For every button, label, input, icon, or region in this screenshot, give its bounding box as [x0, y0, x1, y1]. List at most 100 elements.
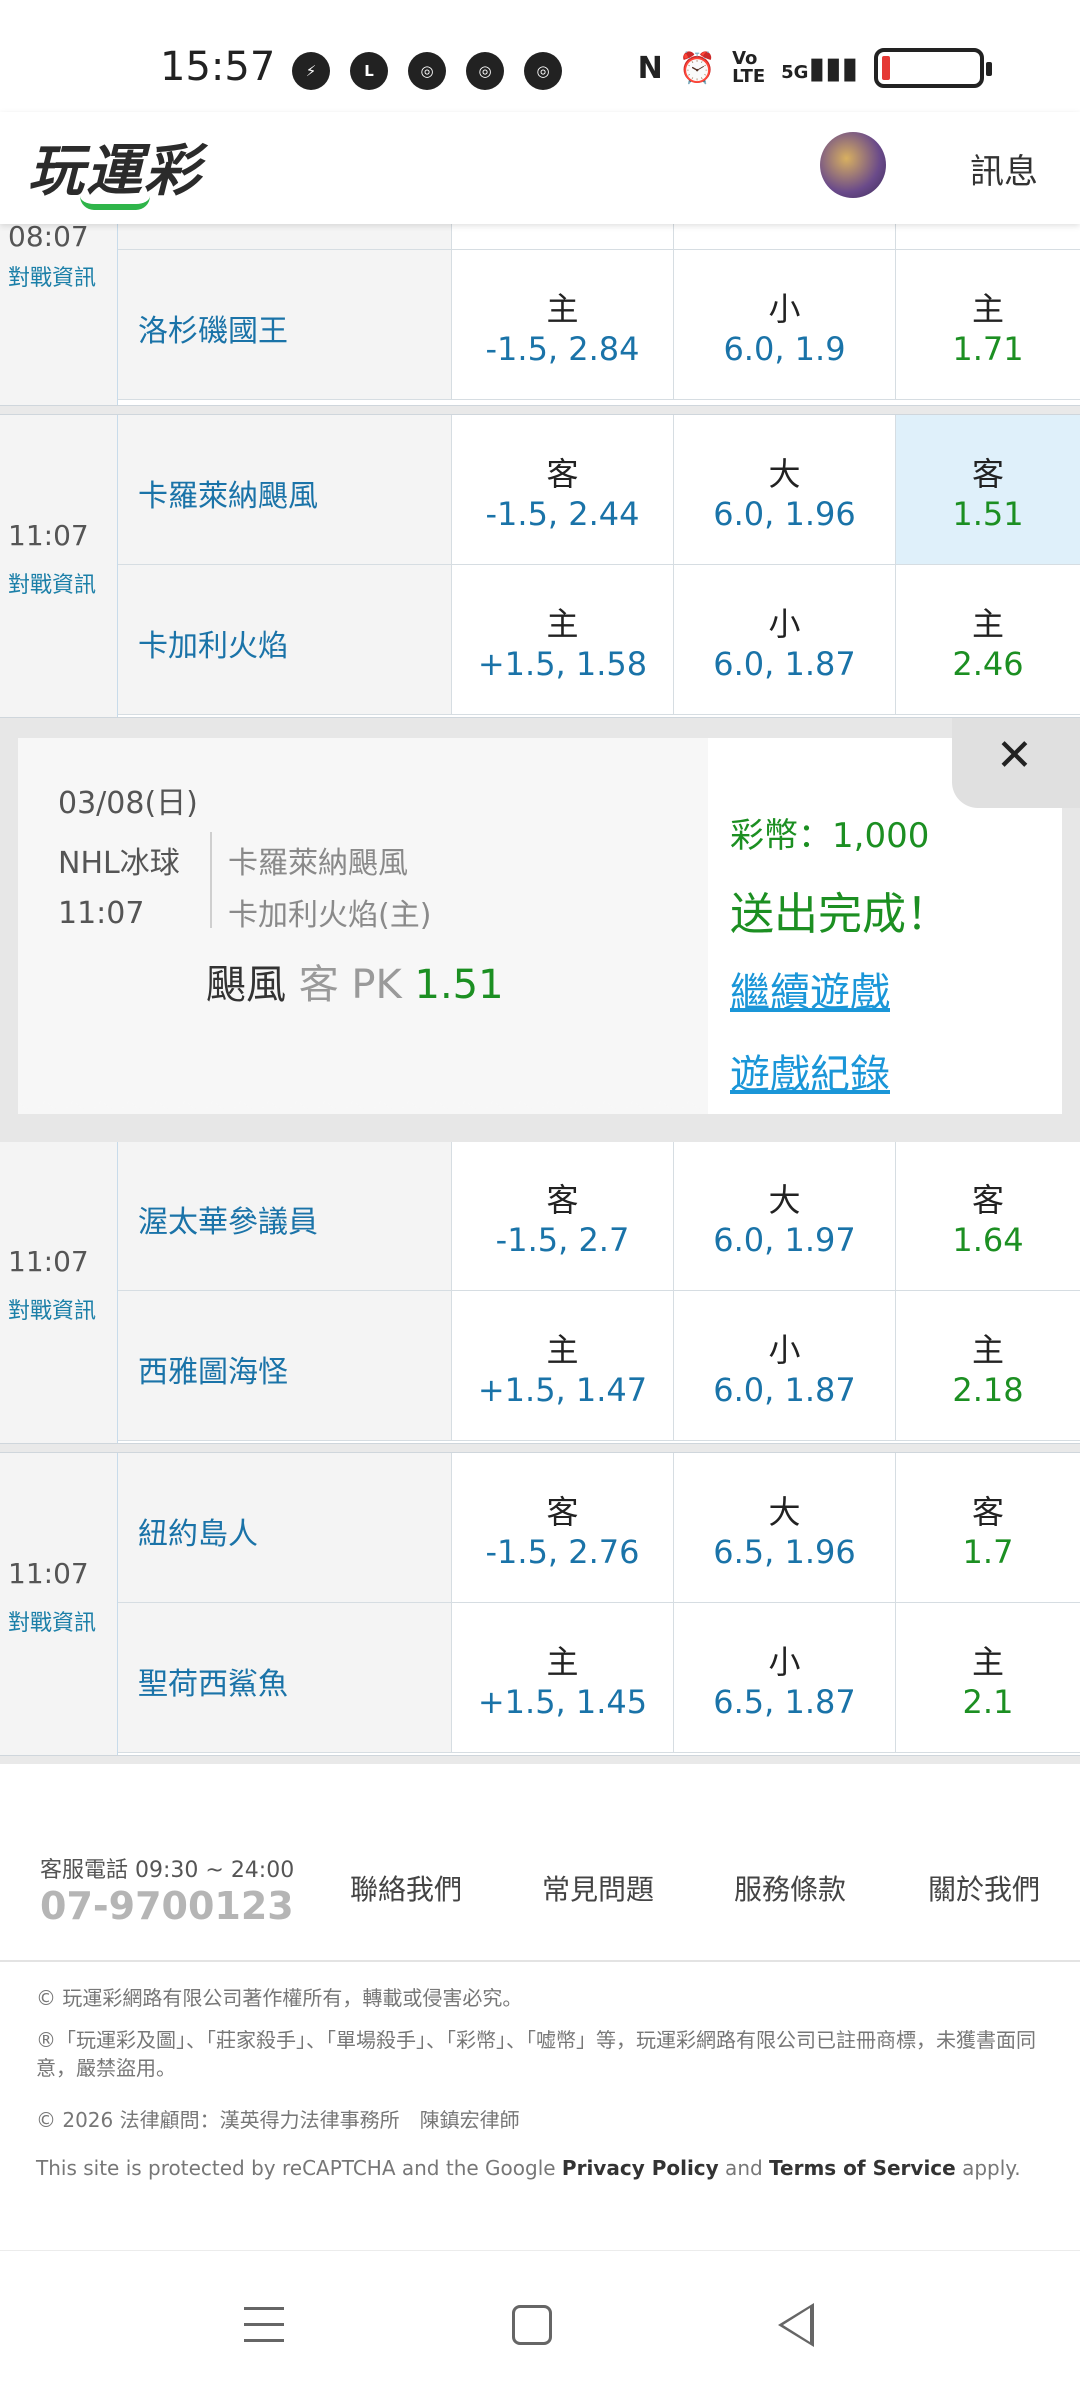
recent-apps-icon[interactable]	[244, 2307, 284, 2343]
game-time: 11:07	[8, 1557, 89, 1590]
footer-link-faq[interactable]: 常見問題	[542, 1868, 654, 1908]
trademark-text: ®「玩運彩及圖」、「莊家殺手」、「單場殺手」、「彩幣」、「嘘幣」等，玩運彩網路有…	[36, 2028, 1036, 2080]
terms-of-service-link[interactable]: Terms of Service	[769, 2156, 956, 2180]
close-button[interactable]: ✕	[952, 718, 1080, 808]
close-icon: ✕	[996, 730, 1033, 781]
spread-odds[interactable]: 主 -1.5, 2.84	[452, 250, 674, 400]
signal-icon: 5G▮▮▮	[781, 50, 858, 86]
match-info-link[interactable]: 對戰資訊	[8, 260, 96, 292]
total-odds[interactable]: 大 6.0, 1.97	[674, 1141, 896, 1291]
moneyline-odds[interactable]: 主 2.1	[896, 1603, 1080, 1753]
volte-icon: Vo LTE	[732, 48, 766, 87]
bet-confirmation-popup: 03/08(日) NHL冰球 11:07 卡羅萊納颶風 卡加利火焰(主) 颶風 …	[0, 718, 1080, 1142]
footer-link-terms[interactable]: 服務條款	[734, 1868, 846, 1908]
moneyline-odds[interactable]: 主 1.71	[896, 250, 1080, 400]
spread-odds[interactable]: 客 -1.5, 2.7	[452, 1141, 674, 1291]
ticket-sport: NHL冰球	[58, 846, 180, 881]
line-icon: L	[350, 52, 388, 90]
continue-game-link[interactable]: 繼續遊戲	[730, 960, 890, 1018]
chrome-icon: ◎	[524, 52, 562, 90]
group-separator	[0, 1756, 1080, 1764]
group-separator	[0, 1444, 1080, 1452]
team-name[interactable]: 西雅圖海怪	[118, 1291, 452, 1441]
team-name[interactable]: 渥太華參議員	[118, 1141, 452, 1291]
status-time: 15:57	[160, 44, 276, 90]
total-odds[interactable]: 小 6.5, 1.87	[674, 1603, 896, 1753]
table-row: 西雅圖海怪 主 +1.5, 1.47 小 6.0, 1.87 主 2.18	[118, 1291, 1080, 1441]
nfc-icon: N	[637, 50, 663, 86]
team-name[interactable]: 洛杉磯國王	[118, 250, 452, 400]
table-row: 渥太華參議員 客 -1.5, 2.7 大 6.0, 1.97 客 1.64	[118, 1141, 1080, 1291]
footer-link-about[interactable]: 關於我們	[928, 1868, 1040, 1908]
table-row: 紐約島人 客 -1.5, 2.76 大 6.5, 1.96 客 1.7	[118, 1453, 1080, 1603]
table-row: 洛杉磯國王 主 -1.5, 2.84 小 6.0, 1.9 主 1.71	[118, 250, 1080, 400]
ticket-date: 03/08(日)	[58, 786, 198, 821]
spread-odds[interactable]: 主 +1.5, 1.58	[452, 565, 674, 715]
team-name[interactable]: 聖荷西鯊魚	[118, 1603, 452, 1753]
total-odds[interactable]: 小 6.0, 1.87	[674, 565, 896, 715]
privacy-policy-link[interactable]: Privacy Policy	[562, 2156, 719, 2180]
messenger-icon: ⚡	[292, 52, 330, 90]
back-icon[interactable]	[778, 2303, 814, 2347]
game-time: 08:07	[8, 220, 89, 253]
spread-odds[interactable]: 客 -1.5, 2.44	[452, 415, 674, 565]
team-name[interactable]: 卡加利火焰	[118, 565, 452, 715]
legal-counsel-text: © 2026 法律顧問：漢英得力法律事務所 陳鎮宏律師	[36, 2108, 520, 2132]
moneyline-odds[interactable]: 主 2.46	[896, 565, 1080, 715]
avatar[interactable]	[820, 132, 886, 198]
table-row: 聖荷西鯊魚 主 +1.5, 1.45 小 6.5, 1.87 主 2.1	[118, 1603, 1080, 1753]
bet-team: 颶風	[206, 962, 286, 1008]
team-name[interactable]: 紐約島人	[118, 1453, 452, 1603]
match-info-link[interactable]: 對戰資訊	[8, 567, 96, 599]
notification-icons: ⚡ L ◎ ◎ ◎	[292, 52, 562, 90]
table-row: 卡加利火焰 主 +1.5, 1.58 小 6.0, 1.87 主 2.46	[118, 565, 1080, 715]
ticket-torn-edge	[18, 1096, 708, 1132]
moneyline-odds[interactable]: 客 1.7	[896, 1453, 1080, 1603]
footer-divider	[0, 1960, 1080, 1962]
copyright-text: © 玩運彩網路有限公司著作權所有，轉載或侵害必究。	[36, 1986, 523, 2010]
bet-ticket: 03/08(日) NHL冰球 11:07 卡羅萊納颶風 卡加利火焰(主) 颶風 …	[18, 738, 708, 1114]
spread-odds[interactable]: 主 +1.5, 1.45	[452, 1603, 674, 1753]
time-cell: 08:07 對戰資訊	[0, 220, 118, 405]
game-time: 11:07	[8, 1245, 89, 1278]
logo-swoosh	[80, 196, 150, 210]
moneyline-odds-selected[interactable]: 客 1.51	[896, 415, 1080, 565]
home-icon[interactable]	[512, 2305, 552, 2345]
spread-odds[interactable]: 主 +1.5, 1.47	[452, 1291, 674, 1441]
app-header: 玩運彩 訊息	[0, 112, 1080, 224]
ticket-divider	[210, 832, 212, 928]
table-row: 卡羅萊納颶風 客 -1.5, 2.44 大 6.0, 1.96 客 1.51	[118, 415, 1080, 565]
game-history-link[interactable]: 遊戲紀錄	[730, 1042, 890, 1100]
system-nav-bar	[0, 2250, 1080, 2400]
total-odds[interactable]: 大 6.5, 1.96	[674, 1453, 896, 1603]
chrome-icon: ◎	[466, 52, 504, 90]
footer-link-contact[interactable]: 聯絡我們	[350, 1868, 462, 1908]
messages-link[interactable]: 訊息	[970, 144, 1038, 193]
moneyline-odds[interactable]: 客 1.64	[896, 1141, 1080, 1291]
chrome-icon: ◎	[408, 52, 446, 90]
system-icons: N ⏰ Vo LTE 5G▮▮▮	[637, 48, 992, 88]
time-cell: 11:07 對戰資訊	[0, 1141, 118, 1443]
alarm-icon: ⏰	[678, 50, 717, 86]
total-odds[interactable]: 小 6.0, 1.9	[674, 250, 896, 400]
recaptcha-notice: This site is protected by reCAPTCHA and …	[36, 2156, 1021, 2180]
total-odds[interactable]: 大 6.0, 1.96	[674, 415, 896, 565]
service-phone[interactable]: 07-9700123	[40, 1884, 294, 1928]
total-odds[interactable]: 小 6.0, 1.87	[674, 1291, 896, 1441]
table-row	[118, 220, 1080, 250]
time-cell: 11:07 對戰資訊	[0, 1453, 118, 1755]
coins-balance: 彩幣：1,000	[730, 816, 930, 856]
ticket-home-team: 卡加利火焰(主)	[228, 898, 432, 933]
match-info-link[interactable]: 對戰資訊	[8, 1293, 96, 1325]
ticket-bet: 颶風 客 PK 1.51	[206, 952, 504, 1010]
spread-odds[interactable]: 客 -1.5, 2.76	[452, 1453, 674, 1603]
submit-done-message: 送出完成！	[730, 889, 950, 940]
game-group: 11:07 對戰資訊 卡羅萊納颶風 客 -1.5, 2.44 大 6.0, 1.96…	[0, 414, 1080, 718]
service-hours: 客服電話 09:30 ~ 24:00	[40, 1858, 295, 1883]
bet-type: 客 PK	[298, 962, 402, 1008]
team-name[interactable]: 卡羅萊納颶風	[118, 415, 452, 565]
moneyline-odds[interactable]: 主 2.18	[896, 1291, 1080, 1441]
app-logo[interactable]: 玩運彩	[28, 126, 202, 207]
match-info-link[interactable]: 對戰資訊	[8, 1605, 96, 1637]
time-cell: 11:07 對戰資訊	[0, 415, 118, 717]
